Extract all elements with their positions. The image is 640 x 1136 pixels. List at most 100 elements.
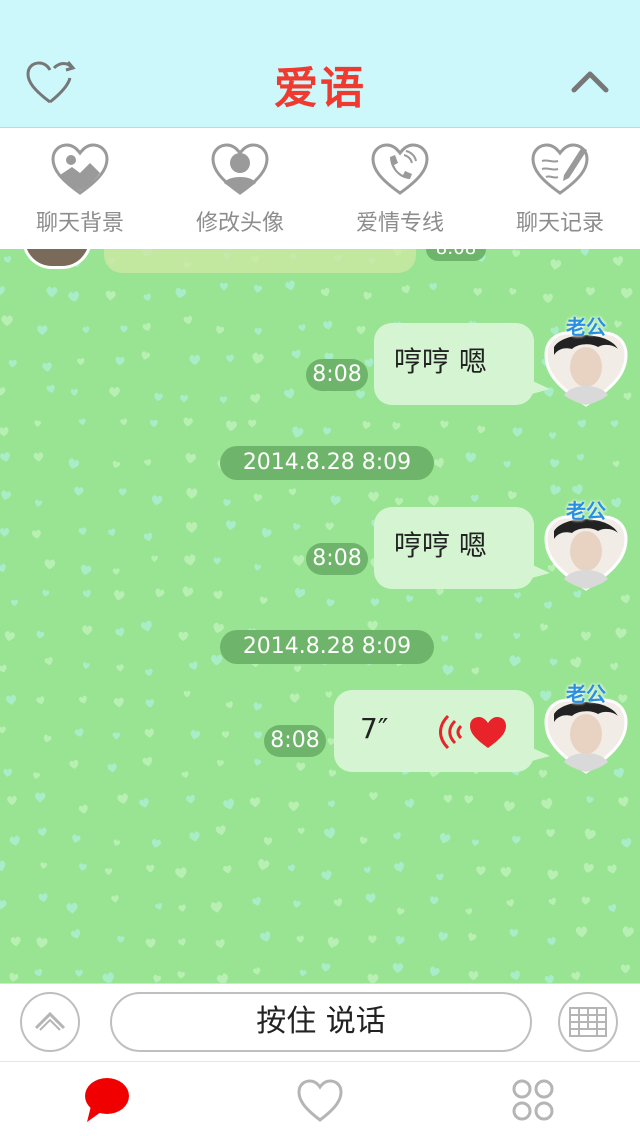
pattern-heart [506,899,514,907]
pattern-heart [429,896,439,905]
pattern-heart [441,634,449,643]
pattern-heart [503,460,511,468]
pattern-heart [70,929,81,939]
pattern-heart [120,325,128,333]
grid-circles-icon [512,1079,554,1121]
pattern-heart [548,432,557,440]
pattern-heart [285,280,295,291]
pattern-heart [253,702,262,711]
pattern-heart [178,904,186,912]
pattern-heart [180,394,189,403]
tool-chat-history[interactable]: 聊天记录 [480,129,640,249]
pattern-heart [10,936,21,947]
pattern-heart [363,291,372,300]
pattern-heart [581,631,591,641]
message-bubble[interactable]: 哼哼 嗯 [374,323,550,405]
pattern-heart [181,771,189,778]
pattern-heart [392,963,404,974]
pattern-heart [328,769,337,777]
pattern-heart [356,325,366,335]
message-text: 哼哼 嗯 [394,529,487,562]
pattern-heart [75,969,83,977]
avatar[interactable]: 老公 [544,315,628,407]
pattern-heart [476,866,486,876]
pattern-heart [146,864,155,873]
date-separator: 2014.8.28 8:09 [220,630,434,664]
nav-more[interactable] [427,1062,640,1136]
pattern-heart [185,453,197,464]
pattern-heart [154,392,163,402]
pattern-heart [610,662,619,671]
pattern-heart [226,420,237,432]
pattern-heart [37,827,47,837]
pattern-heart [4,631,15,642]
pattern-heart [189,661,198,670]
avatar[interactable]: 老公 [544,682,628,774]
pattern-heart [153,974,162,983]
pattern-heart [509,287,517,296]
pattern-heart [145,938,156,949]
pattern-heart [0,387,6,396]
pattern-heart [406,594,414,603]
pattern-heart [464,795,474,804]
pattern-heart [42,362,52,372]
pattern-heart [108,528,116,536]
pattern-heart [429,966,440,977]
pattern-heart [615,627,627,639]
tool-chat-background[interactable]: 聊天背景 [0,129,160,249]
pattern-heart [509,928,519,938]
pattern-heart [260,931,271,942]
pattern-heart [44,559,56,570]
pattern-heart [326,598,335,607]
avatar[interactable]: 老公 [544,499,628,591]
chat-area[interactable]: 8:08 8:08 哼哼 嗯 老公 2014.8.28 8:09 8:08 哼哼… [0,249,640,983]
pattern-heart [507,490,517,500]
pattern-heart [287,864,295,872]
voice-message-bubble[interactable]: 7″ [334,690,550,772]
pattern-heart [223,498,231,507]
pattern-heart [82,589,91,598]
pattern-heart [333,898,343,907]
chevron-up-icon[interactable] [570,66,610,96]
tool-change-avatar[interactable]: 修改头像 [160,129,320,249]
pattern-heart [365,893,376,903]
voice-wave-heart-icon [439,714,506,750]
pattern-heart [581,896,591,905]
pattern-heart [155,588,165,598]
pattern-heart [608,904,617,913]
pattern-heart [178,631,189,642]
nav-chat[interactable] [0,1062,213,1136]
pattern-heart [213,622,224,633]
pattern-heart [189,354,201,366]
keyboard-button[interactable] [558,992,618,1052]
message-text: 哼哼 嗯 [394,345,487,378]
pattern-heart [395,497,404,506]
pattern-heart [78,418,86,426]
pattern-heart [0,563,6,573]
pattern-heart [320,287,330,297]
pattern-heart [548,897,556,906]
app-header: 爱语 [0,0,640,128]
pattern-heart [254,758,262,766]
pattern-heart [216,973,228,983]
pattern-heart [510,970,520,981]
pattern-heart [112,460,121,469]
pattern-heart [474,632,483,640]
pattern-heart [175,287,187,299]
pattern-heart [620,594,630,604]
pattern-heart [254,284,263,293]
pattern-heart [611,497,622,508]
pattern-heart [512,835,521,844]
expand-button[interactable] [20,992,80,1052]
nav-love[interactable] [213,1062,426,1136]
hold-to-talk-button[interactable]: 按住 说话 [110,992,532,1052]
pattern-heart [183,417,193,427]
tool-love-line[interactable]: 爱情专线 [320,129,480,249]
pattern-heart [183,690,191,698]
message-bubble[interactable]: 哼哼 嗯 [374,507,550,589]
pattern-heart [213,557,221,565]
pattern-heart [323,426,332,435]
pattern-heart [36,696,45,705]
pattern-heart [571,971,581,981]
pattern-heart [143,293,151,301]
